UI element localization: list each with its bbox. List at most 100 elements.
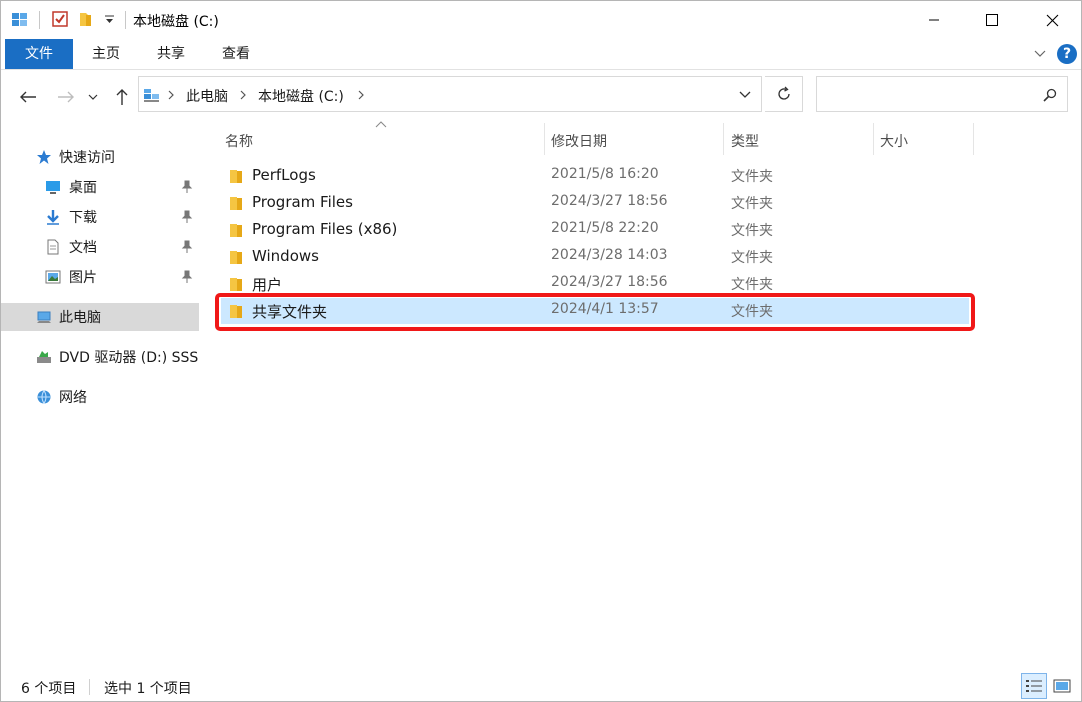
computer-icon — [144, 89, 159, 102]
large-icons-view-button[interactable] — [1049, 673, 1075, 699]
folder-icon — [230, 197, 242, 210]
file-date: 2021/5/8 16:20 — [551, 166, 659, 182]
recent-locations-button[interactable] — [83, 84, 103, 110]
address-bar[interactable]: 此电脑 本地磁盘 (C:) — [138, 76, 762, 112]
file-type: 文件夹 — [731, 169, 773, 185]
column-divider[interactable] — [544, 123, 545, 155]
tab-file[interactable]: 文件 — [5, 39, 73, 69]
sidebar-item-network[interactable]: 网络 — [1, 383, 199, 411]
folder-icon — [230, 278, 242, 291]
sidebar-item-pictures[interactable]: 图片 — [1, 263, 199, 291]
file-name: PerfLogs — [252, 166, 316, 184]
ribbon-tab-bar: 文件 主页 共享 查看 ? — [1, 39, 1081, 70]
sidebar-item-quick-access[interactable]: 快速访问 — [1, 143, 199, 171]
sidebar-item-label: 图片 — [69, 270, 97, 286]
sidebar-item-label: 桌面 — [69, 180, 97, 196]
tab-share[interactable]: 共享 — [142, 39, 200, 69]
sidebar-item-label: 下载 — [69, 210, 97, 226]
desktop-icon — [46, 181, 60, 194]
title-bar: 本地磁盘 (C:) — [1, 1, 1081, 39]
properties-icon[interactable] — [51, 10, 69, 28]
explorer-app-icon[interactable] — [11, 10, 29, 28]
breadcrumb-chevron-icon[interactable] — [357, 90, 365, 100]
pin-icon[interactable] — [181, 180, 193, 194]
dvd-drive-icon — [37, 351, 51, 363]
sidebar-item-this-pc[interactable]: 此电脑 — [1, 303, 199, 331]
sidebar-item-documents[interactable]: 文档 — [1, 233, 199, 261]
column-header-name[interactable]: 名称 — [225, 129, 253, 155]
customize-toolbar-dropdown-icon[interactable] — [101, 10, 119, 28]
column-divider[interactable] — [873, 123, 874, 155]
breadcrumb-chevron-icon[interactable] — [239, 90, 247, 100]
folder-icon — [230, 251, 242, 264]
refresh-icon — [777, 86, 790, 100]
search-input[interactable] — [816, 76, 1068, 112]
pin-icon[interactable] — [181, 270, 193, 284]
file-type: 文件夹 — [731, 250, 773, 266]
maximize-button[interactable] — [969, 1, 1015, 39]
table-row[interactable]: Windows 2024/3/28 14:03 文件夹 — [221, 244, 969, 270]
sort-ascending-icon — [375, 121, 387, 128]
up-button[interactable] — [109, 84, 135, 110]
item-count: 6 个项目 — [21, 681, 77, 697]
column-header-size[interactable]: 大小 — [880, 129, 908, 155]
up-arrow-icon — [116, 89, 128, 105]
refresh-button[interactable] — [765, 76, 803, 112]
close-icon — [1046, 14, 1058, 26]
document-icon — [47, 239, 59, 255]
pin-icon[interactable] — [181, 210, 193, 224]
table-row[interactable]: Program Files 2024/3/27 18:56 文件夹 — [221, 190, 969, 216]
sidebar-item-desktop[interactable]: 桌面 — [1, 173, 199, 201]
file-name: 用户 — [252, 276, 283, 294]
breadcrumb-chevron-icon[interactable] — [167, 90, 175, 100]
navigation-pane: 快速访问 桌面 下载 文档 图片 此电脑 DVD 驱动器 (D:) SSS 网络 — [1, 123, 201, 663]
network-icon — [37, 390, 51, 404]
tab-home[interactable]: 主页 — [77, 39, 135, 69]
chevron-down-icon — [88, 94, 98, 100]
computer-icon — [37, 311, 51, 323]
toolbar-separator — [39, 11, 40, 29]
address-history-chevron-icon[interactable] — [739, 91, 751, 99]
sidebar-item-dvd-drive[interactable]: DVD 驱动器 (D:) SSS — [1, 343, 199, 371]
back-arrow-icon — [20, 91, 36, 103]
table-row[interactable]: PerfLogs 2021/5/8 16:20 文件夹 — [221, 163, 969, 189]
forward-arrow-icon — [58, 91, 74, 103]
minimize-icon — [929, 19, 939, 21]
close-button[interactable] — [1029, 1, 1075, 39]
star-icon — [37, 150, 51, 164]
file-date: 2021/5/8 22:20 — [551, 220, 659, 236]
search-icon — [1043, 88, 1057, 102]
new-folder-icon[interactable] — [77, 10, 95, 28]
help-button[interactable]: ? — [1057, 44, 1077, 64]
details-view-button[interactable] — [1021, 673, 1047, 699]
table-row[interactable]: Program Files (x86) 2021/5/8 22:20 文件夹 — [221, 217, 969, 243]
status-separator — [89, 679, 90, 695]
toolbar-separator — [125, 11, 126, 29]
expand-ribbon-chevron-icon[interactable] — [1033, 47, 1047, 61]
sidebar-item-label: 快速访问 — [59, 150, 115, 166]
breadcrumb-local-disk[interactable]: 本地磁盘 (C:) — [258, 86, 344, 106]
forward-button[interactable] — [53, 84, 79, 110]
file-type: 文件夹 — [731, 196, 773, 212]
column-divider[interactable] — [973, 123, 974, 155]
large-icons-view-icon — [1053, 679, 1071, 693]
details-view-icon — [1026, 680, 1042, 692]
tab-view[interactable]: 查看 — [207, 39, 265, 69]
download-icon — [47, 210, 59, 225]
back-button[interactable] — [15, 84, 41, 110]
file-name: Windows — [252, 247, 319, 265]
file-list: 名称 修改日期 类型 大小 PerfLogs 2021/5/8 16:20 文件… — [213, 121, 1081, 663]
sidebar-item-downloads[interactable]: 下载 — [1, 203, 199, 231]
selected-count: 选中 1 个项目 — [104, 681, 192, 697]
folder-icon — [230, 224, 242, 237]
column-header-type[interactable]: 类型 — [731, 129, 759, 155]
navigation-bar: 此电脑 本地磁盘 (C:) — [1, 70, 1081, 122]
sidebar-item-label: 网络 — [59, 390, 87, 406]
sidebar-item-label: 此电脑 — [59, 310, 101, 326]
column-divider[interactable] — [723, 123, 724, 155]
pin-icon[interactable] — [181, 240, 193, 254]
file-date: 2024/3/27 18:56 — [551, 193, 668, 209]
breadcrumb-this-pc[interactable]: 此电脑 — [186, 86, 228, 106]
column-header-date[interactable]: 修改日期 — [551, 129, 607, 155]
minimize-button[interactable] — [911, 1, 957, 39]
